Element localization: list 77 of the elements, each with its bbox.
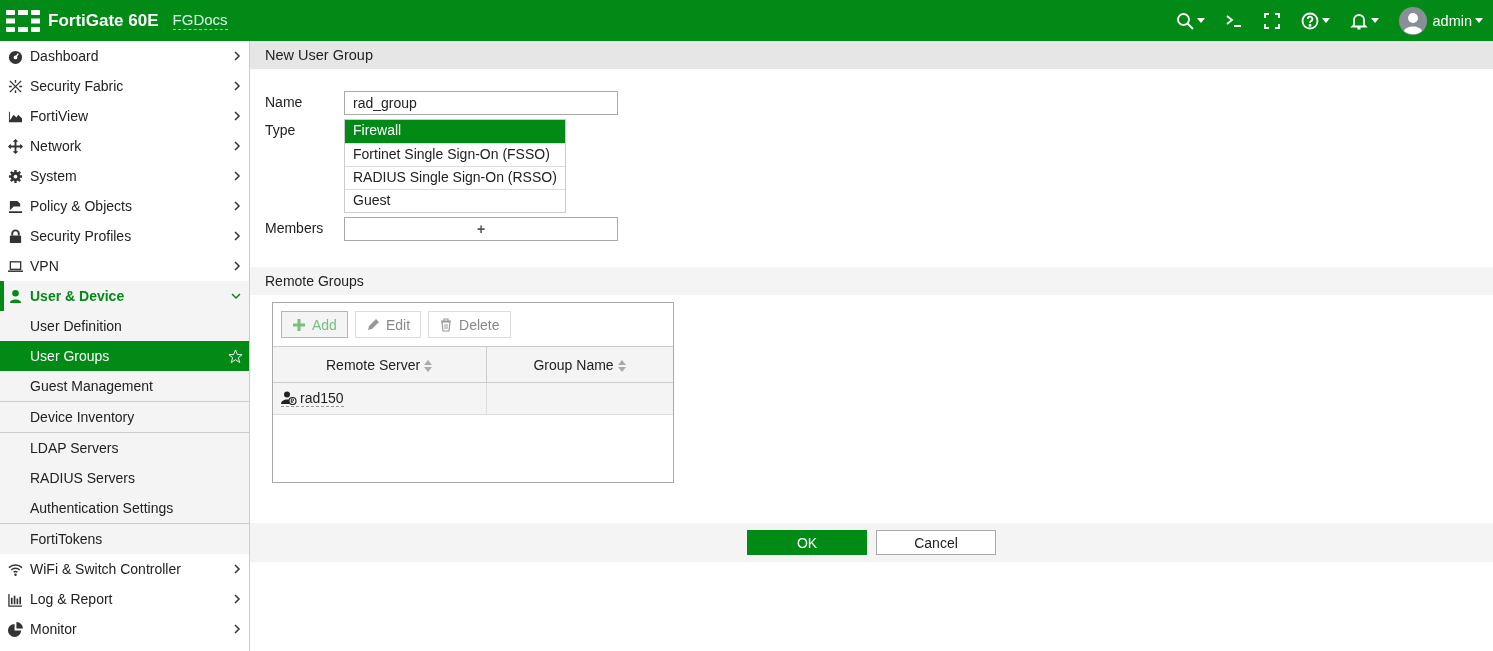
- logo-icon: [6, 9, 40, 32]
- plus-icon: [292, 317, 306, 332]
- caret-icon[interactable]: [1475, 18, 1483, 23]
- pencil-icon: [365, 317, 380, 332]
- sidebar-item[interactable]: WiFi & Switch Controller: [0, 554, 249, 584]
- avatar-icon[interactable]: [1398, 6, 1427, 35]
- lock-icon: [8, 228, 23, 244]
- user-server-icon: [281, 390, 297, 405]
- type-option[interactable]: RADIUS Single Sign-On (RSSO): [345, 166, 565, 189]
- sidebar-item[interactable]: Security Fabric: [0, 71, 249, 101]
- gear-icon: [8, 168, 23, 184]
- chevron-right-icon: [233, 81, 241, 91]
- laptop-icon: [8, 258, 23, 274]
- move-icon: [8, 138, 23, 154]
- product-name: FortiGate 60E: [48, 10, 159, 31]
- sidebar-item[interactable]: Network: [0, 131, 249, 161]
- field-label: Members: [265, 219, 325, 236]
- page-title: New User Group: [250, 41, 1493, 69]
- bell-icon[interactable]: [1349, 11, 1368, 30]
- trash-icon: [439, 317, 454, 332]
- document-icon: [8, 198, 23, 214]
- help-icon[interactable]: [1300, 11, 1319, 30]
- hostname-link[interactable]: FGDocs: [172, 11, 228, 30]
- sidebar-subitem[interactable]: Device Inventory: [0, 402, 249, 433]
- sidebar-subitem[interactable]: User Definition: [0, 311, 249, 341]
- section-title: Remote Groups: [250, 267, 1493, 295]
- type-option[interactable]: Guest: [345, 189, 565, 212]
- fullscreen-icon[interactable]: [1262, 11, 1281, 30]
- sidebar-subitem[interactable]: Authentication Settings: [0, 493, 249, 524]
- sidebar-subitem[interactable]: FortiTokens: [0, 524, 249, 554]
- user-icon: [8, 288, 23, 304]
- network-icon: [8, 78, 23, 94]
- chevron-right-icon: [233, 624, 241, 634]
- bar-chart-icon: [8, 591, 23, 607]
- column-header[interactable]: Remote Server: [273, 346, 487, 383]
- dashboard-icon: [8, 48, 23, 64]
- type-option[interactable]: Firewall: [345, 120, 565, 143]
- caret-icon[interactable]: [1321, 18, 1330, 23]
- chevron-down-icon: [231, 292, 241, 300]
- sidebar-item[interactable]: Monitor: [0, 614, 249, 644]
- chevron-right-icon: [233, 171, 241, 181]
- pie-chart-icon: [8, 621, 23, 637]
- sidebar-item[interactable]: FortiView: [0, 101, 249, 131]
- caret-icon[interactable]: [1196, 18, 1205, 23]
- chevron-right-icon: [233, 231, 241, 241]
- field-label: Type: [265, 121, 297, 138]
- chevron-right-icon: [233, 564, 241, 574]
- server-link[interactable]: rad150: [300, 389, 344, 406]
- sidebar-item[interactable]: User & Device: [0, 281, 249, 311]
- sidebar-item[interactable]: Policy & Objects: [0, 191, 249, 221]
- sidebar-item[interactable]: VPN: [0, 251, 249, 281]
- add-members-button[interactable]: +: [344, 217, 618, 241]
- chevron-right-icon: [233, 261, 241, 271]
- field-label: Name: [265, 93, 304, 110]
- wifi-icon: [8, 561, 23, 577]
- search-icon[interactable]: [1175, 11, 1194, 30]
- caret-icon[interactable]: [1370, 18, 1379, 23]
- sidebar-item[interactable]: Dashboard: [0, 41, 249, 71]
- sidebar-item[interactable]: System: [0, 161, 249, 191]
- chevron-right-icon: [233, 201, 241, 211]
- chevron-right-icon: [233, 594, 241, 604]
- ok-button[interactable]: OK: [747, 530, 867, 555]
- cancel-button[interactable]: Cancel: [876, 530, 996, 555]
- chevron-right-icon: [233, 111, 241, 121]
- star-icon[interactable]: [228, 348, 243, 364]
- chevron-right-icon: [233, 51, 241, 61]
- chevron-right-icon: [233, 141, 241, 151]
- column-header[interactable]: Group Name: [486, 346, 673, 383]
- sidebar-subitem[interactable]: RADIUS Servers: [0, 463, 249, 493]
- sidebar-subitem[interactable]: User Groups: [0, 341, 249, 371]
- user-menu[interactable]: admin: [1432, 12, 1472, 29]
- sidebar-subitem[interactable]: Guest Management: [0, 371, 249, 402]
- sidebar-subitem[interactable]: LDAP Servers: [0, 433, 249, 463]
- type-option[interactable]: Fortinet Single Sign-On (FSSO): [345, 143, 565, 166]
- name-field[interactable]: rad_group: [344, 91, 618, 115]
- sidebar-item[interactable]: Security Profiles: [0, 221, 249, 251]
- sidebar-item[interactable]: Log & Report: [0, 584, 249, 614]
